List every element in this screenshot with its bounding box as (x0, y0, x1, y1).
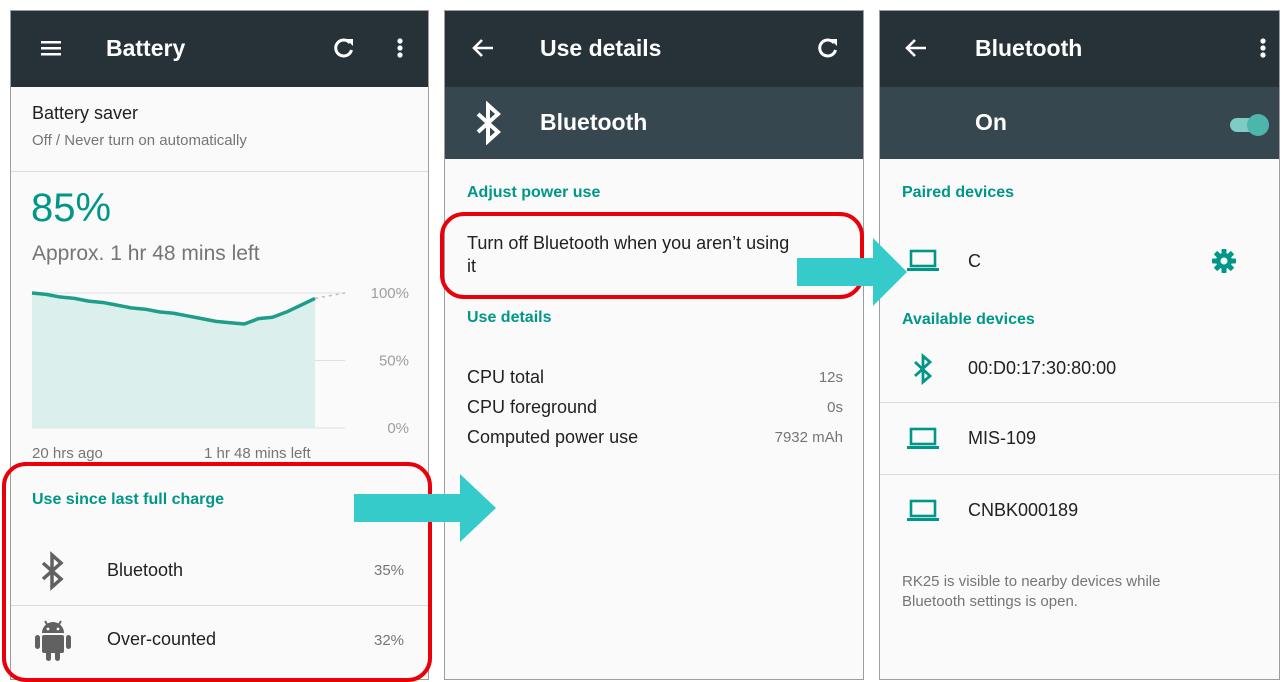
available-header: Available devices (902, 311, 1035, 328)
toggle-label: On (975, 109, 1007, 135)
chart-y-tick-label: 0% (387, 420, 409, 437)
paired-device-item[interactable]: C (880, 233, 1279, 289)
bluetooth-toggle[interactable] (1228, 111, 1272, 139)
paired-header: Paired devices (902, 184, 1015, 201)
divider (880, 474, 1279, 475)
bluetooth-screen: Bluetooth On Paired devices C Available … (879, 10, 1280, 680)
more-icon[interactable] (385, 33, 415, 63)
detail-label: CPU total (467, 367, 545, 387)
detail-label: CPU foreground (467, 397, 598, 417)
battery-time-left: Approx. 1 hr 48 mins left (32, 242, 260, 265)
back-arrow-icon[interactable] (469, 33, 499, 63)
visibility-note-line-2: Bluetooth settings is open. (902, 593, 1078, 610)
battery-saver-title[interactable]: Battery saver (32, 103, 138, 124)
refresh-icon[interactable] (329, 33, 359, 63)
bluetooth-appbar: Bluetooth (880, 11, 1279, 87)
app-name: Bluetooth (540, 109, 648, 135)
back-arrow-icon[interactable] (902, 33, 932, 63)
divider (11, 171, 428, 172)
chart-y-tick-label: 50% (379, 353, 409, 370)
available-device-item[interactable]: CNBK000189 (880, 483, 1279, 539)
bluetooth-icon (471, 101, 507, 145)
device-name: C (968, 251, 981, 271)
bluetooth-icon (910, 353, 936, 385)
visibility-note-line-1: RK25 is visible to nearby devices while (902, 573, 1161, 590)
details-app-header: Bluetooth (445, 87, 863, 159)
battery-appbar: Battery (11, 11, 428, 87)
battery-percent: 85% (31, 186, 112, 230)
divider (880, 402, 1279, 403)
use-details-screen: Use details Bluetooth Adjust power use T… (444, 10, 864, 680)
arrow-right-icon (797, 238, 907, 306)
arrow-right-icon (354, 474, 496, 542)
menu-icon[interactable] (37, 33, 67, 63)
detail-value: 7932 mAh (774, 429, 843, 446)
page-title: Battery (106, 35, 186, 61)
laptop-icon (906, 425, 940, 451)
more-icon[interactable] (1248, 33, 1278, 63)
use-details-header: Use details (467, 309, 552, 326)
detail-value: 0s (827, 399, 843, 416)
detail-label: Computed power use (467, 427, 639, 447)
chart-x-end: 1 hr 48 mins left (204, 445, 311, 462)
battery-saver-subtitle: Off / Never turn on automatically (32, 132, 247, 149)
chart-x-start: 20 hrs ago (32, 445, 103, 462)
bluetooth-toggle-bar: On (880, 87, 1279, 159)
adjust-header: Adjust power use (467, 184, 601, 201)
available-device-item[interactable]: MIS-109 (880, 411, 1279, 467)
chart-y-tick-label: 100% (371, 285, 409, 302)
page-title: Bluetooth (975, 35, 1083, 61)
detail-value: 12s (818, 369, 843, 386)
device-name: 00:D0:17:30:80:00 (968, 358, 1117, 378)
chart-projection-line (314, 292, 346, 300)
refresh-icon[interactable] (813, 33, 843, 63)
gear-icon[interactable] (1210, 247, 1238, 275)
device-name: MIS-109 (968, 428, 1037, 448)
available-device-item[interactable]: 00:D0:17:30:80:00 (880, 341, 1279, 397)
laptop-icon (906, 247, 940, 273)
device-name: CNBK000189 (968, 500, 1079, 520)
page-title: Use details (540, 35, 662, 61)
details-appbar: Use details (445, 11, 863, 87)
laptop-icon (906, 497, 940, 523)
